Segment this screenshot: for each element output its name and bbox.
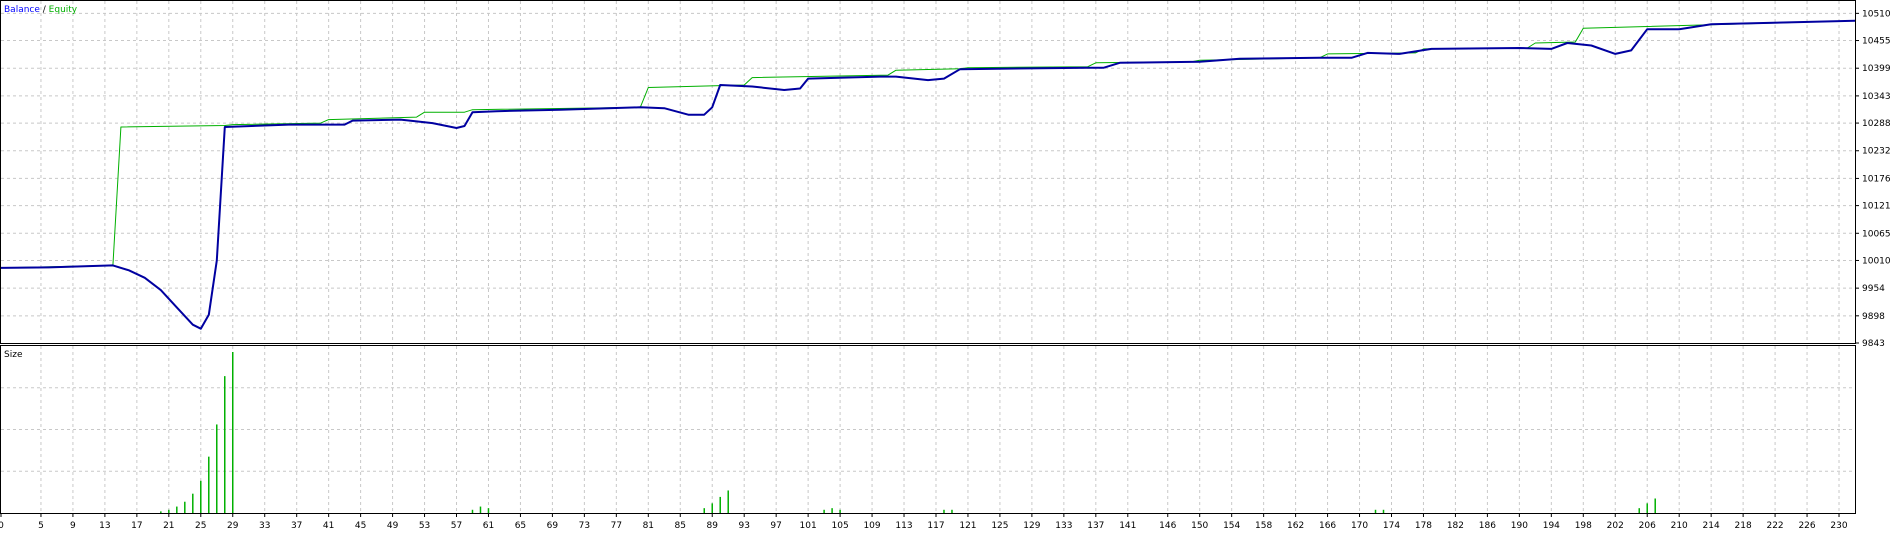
y-tick-label: 10121 xyxy=(1862,202,1891,212)
x-tick-label: 9 xyxy=(70,521,76,531)
x-tick-label: 182 xyxy=(1447,521,1464,531)
x-tick-label: 57 xyxy=(451,521,462,531)
y-tick-label: 9954 xyxy=(1862,284,1885,294)
x-tick-label: 125 xyxy=(991,521,1008,531)
y-tick-label: 10232 xyxy=(1862,147,1891,157)
x-tick-label: 45 xyxy=(355,521,366,531)
x-tick-label: 33 xyxy=(259,521,270,531)
legend-equity: Equity xyxy=(49,5,78,15)
x-tick-label: 146 xyxy=(1159,521,1176,531)
x-tick-label: 141 xyxy=(1119,521,1136,531)
x-tick-label: 25 xyxy=(195,521,206,531)
x-tick-label: 101 xyxy=(800,521,817,531)
x-tick-label: 214 xyxy=(1703,521,1720,531)
x-tick-label: 41 xyxy=(323,521,334,531)
legend-balance: Balance xyxy=(4,5,40,15)
x-tick-label: 85 xyxy=(675,521,686,531)
legend-text: Balance / Equity xyxy=(4,5,78,15)
x-tick-label: 218 xyxy=(1735,521,1752,531)
x-tick-label: 186 xyxy=(1479,521,1496,531)
balance-equity-chart: 1051010455103991034310288102321017610121… xyxy=(0,0,1891,534)
x-tick-label: 69 xyxy=(547,521,559,531)
x-tick-label: 89 xyxy=(707,521,719,531)
y-tick-label: 10010 xyxy=(1862,256,1891,266)
chart-background xyxy=(0,0,1891,534)
x-tick-label: 73 xyxy=(579,521,590,531)
x-tick-label: 121 xyxy=(959,521,976,531)
x-tick-label: 222 xyxy=(1766,521,1783,531)
x-tick-label: 117 xyxy=(927,521,944,531)
x-tick-label: 81 xyxy=(643,521,654,531)
x-tick-label: 174 xyxy=(1383,521,1400,531)
x-tick-label: 190 xyxy=(1511,521,1528,531)
x-tick-label: 170 xyxy=(1351,521,1368,531)
y-tick-label: 10288 xyxy=(1862,119,1891,129)
x-tick-label: 194 xyxy=(1543,521,1560,531)
y-tick-label: 10176 xyxy=(1862,174,1891,184)
x-tick-label: 198 xyxy=(1575,521,1592,531)
x-tick-label: 109 xyxy=(863,521,880,531)
x-tick-label: 113 xyxy=(895,521,912,531)
y-tick-label: 10343 xyxy=(1862,92,1891,102)
x-tick-label: 202 xyxy=(1607,521,1624,531)
x-tick-label: 49 xyxy=(387,521,399,531)
x-tick-label: 29 xyxy=(227,521,239,531)
y-tick-label: 10065 xyxy=(1862,229,1891,239)
x-tick-label: 105 xyxy=(832,521,849,531)
y-tick-label: 10399 xyxy=(1862,64,1891,74)
x-tick-label: 97 xyxy=(770,521,781,531)
x-tick-label: 77 xyxy=(611,521,622,531)
x-tick-label: 37 xyxy=(291,521,302,531)
x-tick-label: 230 xyxy=(1830,521,1847,531)
y-tick-label: 10510 xyxy=(1862,9,1891,19)
x-tick-label: 158 xyxy=(1255,521,1272,531)
x-tick-label: 65 xyxy=(515,521,526,531)
x-tick-label: 21 xyxy=(163,521,174,531)
x-tick-label: 154 xyxy=(1223,521,1240,531)
y-tick-label: 9843 xyxy=(1862,339,1885,349)
x-tick-label: 178 xyxy=(1415,521,1432,531)
size-panel-label: Size xyxy=(4,350,23,360)
x-tick-label: 210 xyxy=(1671,521,1688,531)
y-tick-label: 10455 xyxy=(1862,37,1891,47)
x-tick-label: 5 xyxy=(38,521,44,531)
x-tick-label: 150 xyxy=(1191,521,1208,531)
x-tick-label: 13 xyxy=(99,521,110,531)
legend-separator: / xyxy=(40,5,49,15)
x-tick-label: 93 xyxy=(738,521,749,531)
x-tick-label: 166 xyxy=(1319,521,1336,531)
x-tick-label: 162 xyxy=(1287,521,1304,531)
x-tick-label: 53 xyxy=(419,521,430,531)
x-tick-label: 226 xyxy=(1798,521,1815,531)
x-tick-label: 0 xyxy=(0,521,4,531)
y-tick-label: 9898 xyxy=(1862,312,1885,322)
x-tick-label: 61 xyxy=(483,521,494,531)
x-tick-label: 133 xyxy=(1055,521,1072,531)
x-tick-label: 129 xyxy=(1023,521,1040,531)
x-tick-label: 137 xyxy=(1087,521,1104,531)
x-tick-label: 206 xyxy=(1639,521,1656,531)
x-tick-label: 17 xyxy=(131,521,142,531)
